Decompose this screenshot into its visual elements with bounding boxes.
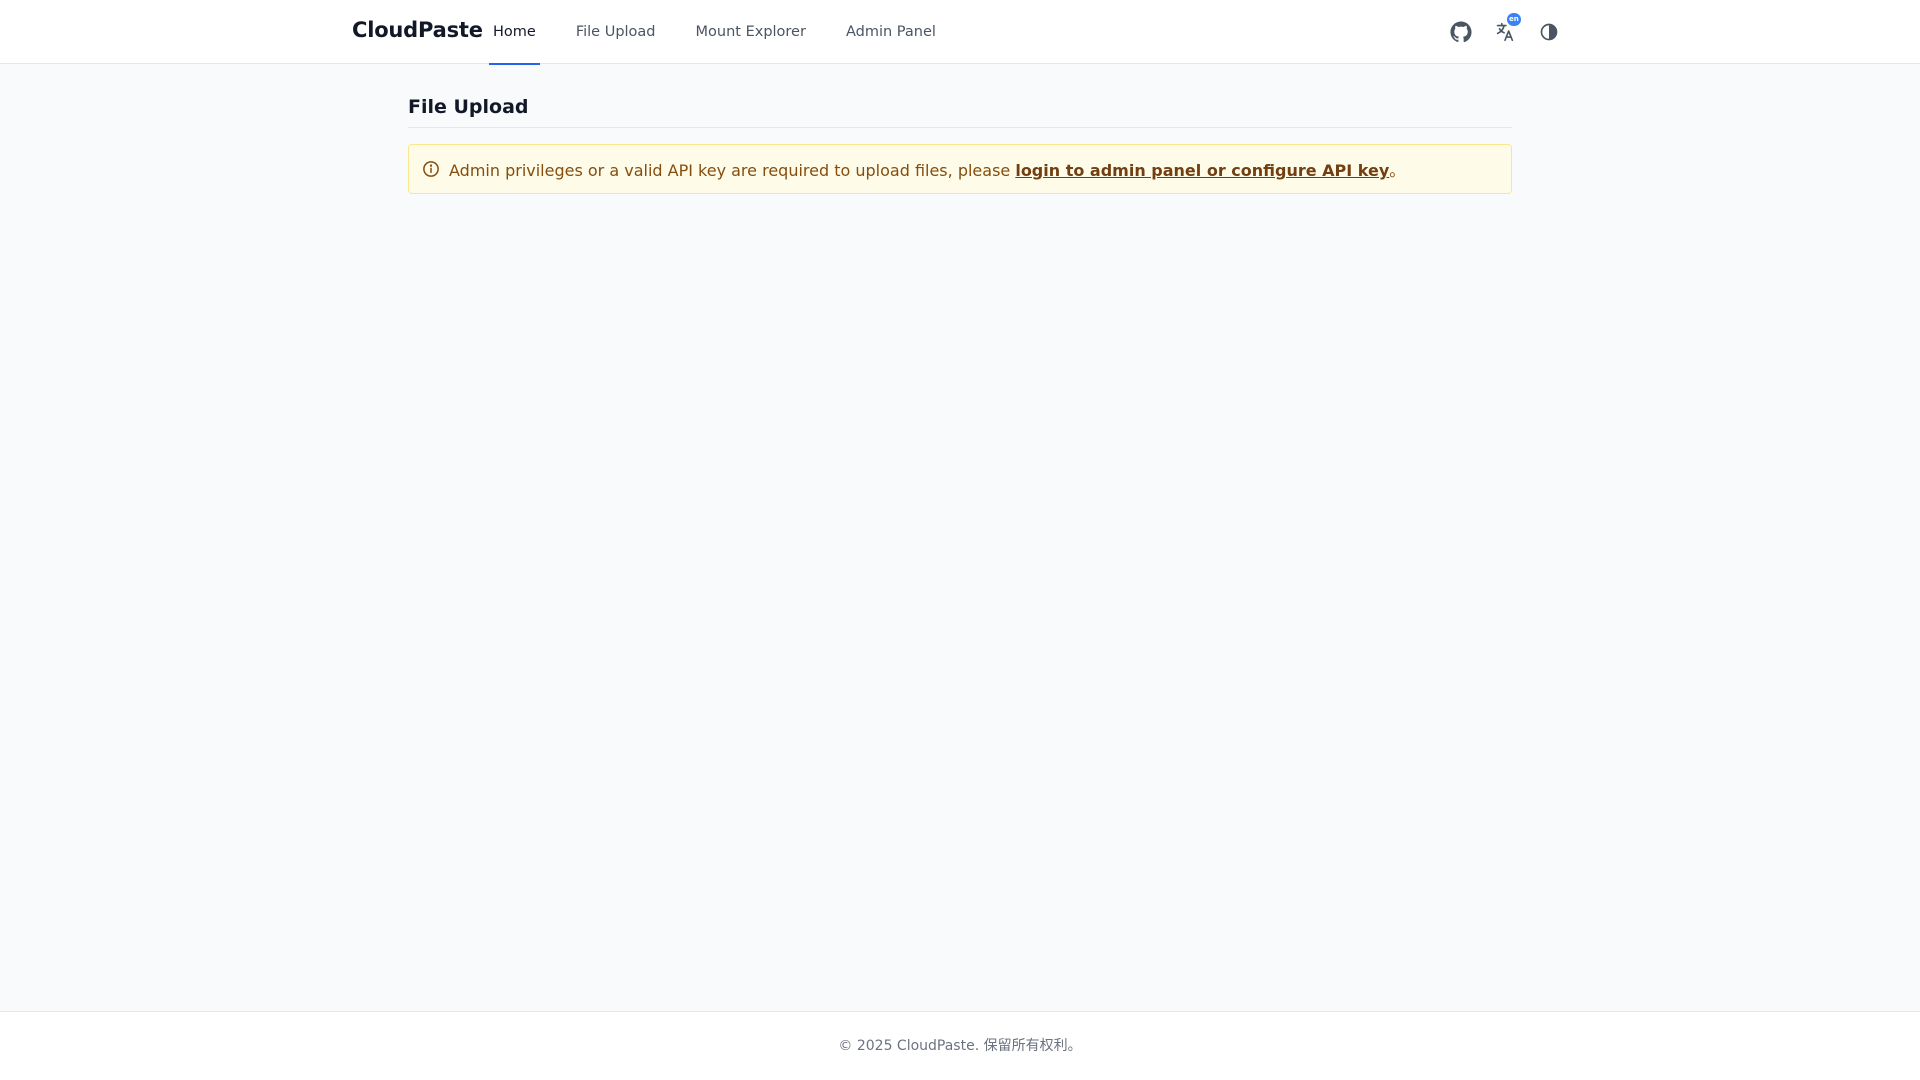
top-navbar: CloudPaste Home File Upload Mount Explor… [0, 0, 1920, 65]
nav-mount-explorer[interactable]: Mount Explorer [691, 0, 811, 64]
permission-alert: Admin privileges or a valid API key are … [408, 144, 1512, 194]
alert-text: Admin privileges or a valid API key are … [449, 161, 1016, 180]
github-icon [1450, 21, 1472, 43]
theme-toggle-icon [1540, 23, 1558, 41]
github-button[interactable] [1448, 19, 1474, 45]
alert-text-end: 。 [1389, 161, 1406, 180]
app-page: CloudPaste Home File Upload Mount Explor… [0, 0, 1920, 1080]
nav-file-upload[interactable]: File Upload [571, 0, 661, 64]
theme-toggle-button[interactable] [1536, 19, 1562, 45]
copyright-text: © 2025 CloudPaste. 保留所有权利。 [838, 1038, 1082, 1054]
login-config-link[interactable]: login to admin panel or configure API ke… [1015, 161, 1389, 180]
header-actions: en [1448, 13, 1568, 45]
language-badge: en [1507, 13, 1521, 26]
brand-logo[interactable]: CloudPaste [352, 18, 483, 42]
page-title: File Upload [408, 96, 1512, 128]
alert-message: Admin privileges or a valid API key are … [449, 157, 1405, 181]
page-footer: © 2025 CloudPaste. 保留所有权利。 [0, 1011, 1920, 1080]
main-nav: Home File Upload Mount Explorer Admin Pa… [488, 0, 971, 65]
nav-admin-panel[interactable]: Admin Panel [841, 0, 941, 64]
language-button[interactable]: en [1492, 13, 1521, 45]
nav-home[interactable]: Home [488, 0, 541, 65]
main-content: File Upload Admin privileges or a valid … [408, 64, 1512, 194]
info-icon [423, 161, 439, 177]
